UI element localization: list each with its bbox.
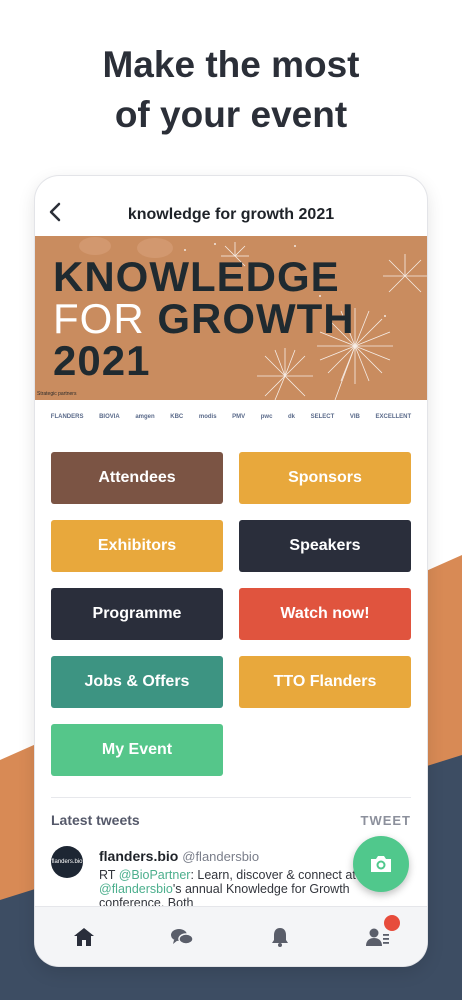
tab-profile[interactable] bbox=[358, 914, 400, 957]
phone-screen: knowledge for growth 2021 KNOWLEDGE FOR … bbox=[35, 176, 427, 966]
tile-label: Exhibitors bbox=[97, 537, 177, 554]
back-button[interactable] bbox=[43, 200, 67, 224]
partner-logo: VIB bbox=[349, 414, 360, 420]
tweet-text-part: : Learn, discover & connect at bbox=[190, 868, 356, 882]
partner-logo: amgen bbox=[135, 414, 155, 420]
watch-now-button[interactable]: Watch now! bbox=[239, 588, 411, 640]
app-header: knowledge for growth 2021 bbox=[35, 176, 427, 236]
headline-line-2: of your event bbox=[114, 94, 348, 135]
tab-home[interactable] bbox=[64, 917, 104, 957]
partner-logos: FLANDERS BIOVIA amgen KBC modis PMV pwc … bbox=[35, 402, 427, 432]
tab-notifications[interactable] bbox=[260, 917, 300, 957]
strategic-partners-label: Strategic partners bbox=[37, 391, 77, 397]
home-icon bbox=[74, 927, 94, 946]
tile-label: Attendees bbox=[98, 469, 176, 486]
avatar: flanders.bio bbox=[51, 846, 83, 878]
my-event-button[interactable]: My Event bbox=[51, 724, 223, 776]
speakers-button[interactable]: Speakers bbox=[239, 520, 411, 572]
jobs-offers-button[interactable]: Jobs & Offers bbox=[51, 656, 223, 708]
banner-title: KNOWLEDGE FOR GROWTH 2021 bbox=[53, 256, 355, 382]
partner-logo: EXCELLENT bbox=[375, 414, 412, 420]
partner-logo: BIOVIA bbox=[99, 414, 120, 420]
attendees-button[interactable]: Attendees bbox=[51, 452, 223, 504]
banner-line-2: FOR GROWTH bbox=[53, 298, 355, 340]
partner-logo: KBC bbox=[170, 414, 184, 420]
page-title: knowledge for growth 2021 bbox=[127, 206, 335, 223]
tweets-header: Latest tweets TWEET bbox=[51, 812, 411, 828]
banner-for: FOR bbox=[53, 295, 145, 342]
camera-button[interactable] bbox=[353, 836, 409, 892]
programme-button[interactable]: Programme bbox=[51, 588, 223, 640]
tweet-author: flanders.bio @flandersbio bbox=[99, 848, 259, 864]
chat-icon bbox=[171, 928, 194, 945]
partner-logo: modis bbox=[198, 414, 217, 420]
banner-growth: GROWTH bbox=[157, 295, 355, 342]
tweet-mention[interactable]: @flandersbio bbox=[99, 882, 173, 896]
tweet-text-part: RT bbox=[99, 868, 119, 882]
camera-icon bbox=[371, 856, 391, 872]
tab-chat[interactable] bbox=[162, 917, 202, 957]
partner-logo: SELECT bbox=[310, 414, 335, 420]
bottom-tab-bar bbox=[35, 906, 427, 966]
tile-label: Sponsors bbox=[288, 469, 362, 486]
tile-label: Programme bbox=[92, 605, 182, 622]
tweet-link[interactable]: TWEET bbox=[361, 813, 412, 828]
marketing-headline: Make the most of your event bbox=[0, 40, 462, 140]
tweet-handle: @flandersbio bbox=[182, 849, 260, 864]
event-banner: KNOWLEDGE FOR GROWTH 2021 Strategic part… bbox=[35, 236, 427, 400]
partner-logo: pwc bbox=[260, 414, 273, 420]
bell-icon bbox=[272, 927, 288, 947]
tweets-title: Latest tweets bbox=[51, 812, 140, 828]
tweet-author-name: flanders.bio bbox=[99, 848, 179, 864]
tto-flanders-button[interactable]: TTO Flanders bbox=[239, 656, 411, 708]
partner-logo: PMV bbox=[232, 414, 246, 420]
divider bbox=[51, 797, 411, 798]
banner-line-1: KNOWLEDGE bbox=[53, 253, 340, 300]
partner-logo: FLANDERS bbox=[50, 414, 84, 420]
tile-label: Speakers bbox=[289, 537, 361, 554]
headline-line-1: Make the most bbox=[102, 44, 360, 85]
tile-label: Watch now! bbox=[280, 605, 370, 622]
partner-logo: dk bbox=[288, 414, 296, 420]
sponsors-button[interactable]: Sponsors bbox=[239, 452, 411, 504]
notification-badge bbox=[384, 914, 400, 931]
banner-year: 2021 bbox=[53, 337, 151, 384]
tile-label: TTO Flanders bbox=[273, 673, 377, 690]
tweet-mention[interactable]: @BioPartner bbox=[119, 868, 191, 882]
tile-label: My Event bbox=[101, 741, 173, 758]
tile-label: Jobs & Offers bbox=[84, 673, 190, 690]
chevron-left-icon bbox=[49, 202, 61, 222]
exhibitors-button[interactable]: Exhibitors bbox=[51, 520, 223, 572]
